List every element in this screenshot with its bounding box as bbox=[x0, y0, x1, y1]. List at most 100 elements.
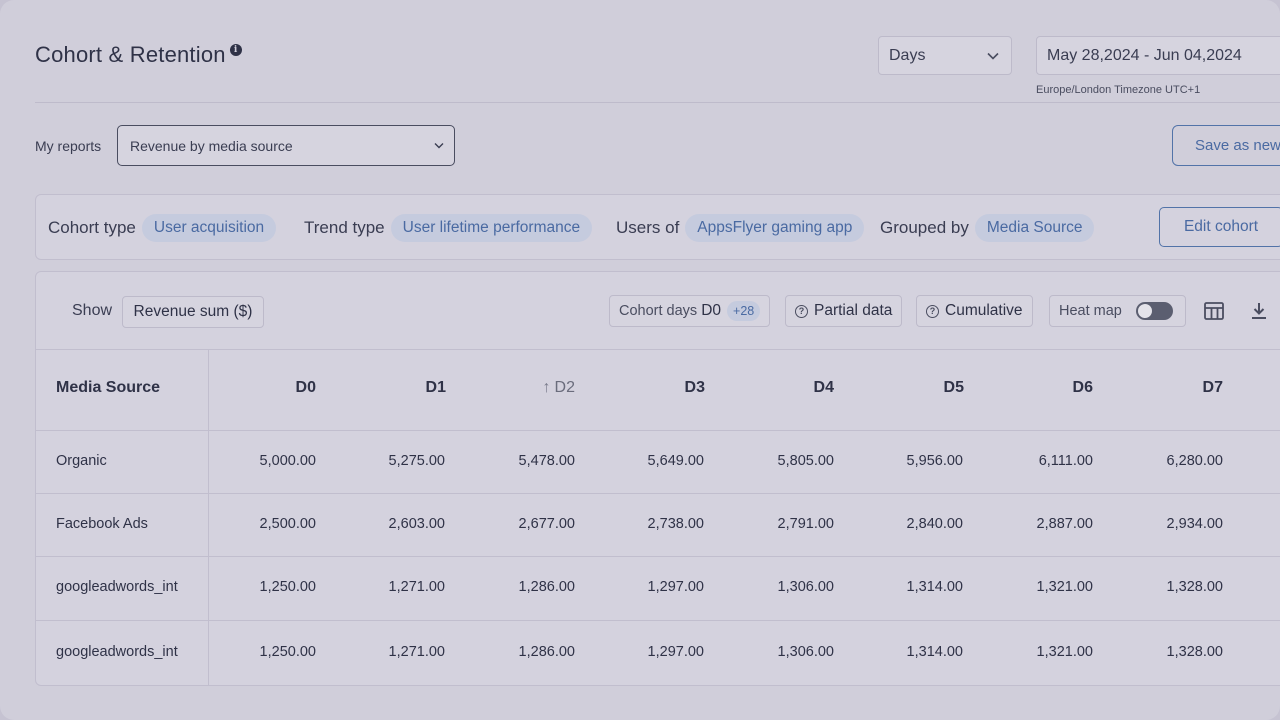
table-cell: 1,314.00 bbox=[906, 579, 963, 595]
chevron-down-icon bbox=[434, 143, 444, 149]
question-icon: ? bbox=[926, 304, 939, 318]
table-cell: 1,297.00 bbox=[647, 644, 704, 660]
table-cell: 1,306.00 bbox=[777, 579, 834, 595]
column-header-d2-label: D2 bbox=[554, 379, 575, 396]
table-cell: 1,328.00 bbox=[1166, 579, 1223, 595]
table-cell: 1,286.00 bbox=[518, 579, 575, 595]
question-icon: ? bbox=[795, 304, 808, 318]
table-cell: 2,738.00 bbox=[647, 516, 704, 532]
reports-select[interactable]: Revenue by media source bbox=[117, 125, 455, 166]
row-media-source: googleadwords_int bbox=[56, 644, 178, 660]
table-cell: 6,280.00 bbox=[1166, 453, 1223, 469]
column-header-d7[interactable]: D7 bbox=[1143, 379, 1223, 397]
reports-label: My reports bbox=[35, 138, 102, 154]
table-cell: 6,111.00 bbox=[1038, 453, 1093, 469]
row-media-source: Organic bbox=[56, 453, 107, 469]
table-cell: 5,956.00 bbox=[906, 453, 963, 469]
partial-data-label: Partial data bbox=[814, 302, 893, 319]
cumulative-button[interactable]: ? Cumulative bbox=[916, 295, 1033, 327]
metric-select[interactable]: Revenue sum ($) bbox=[122, 296, 264, 328]
row-divider bbox=[36, 493, 1280, 494]
row-media-source: Facebook Ads bbox=[56, 516, 148, 532]
column-header-d6[interactable]: D6 bbox=[1013, 379, 1093, 397]
info-icon[interactable]: i bbox=[229, 44, 242, 56]
table-cell: 2,840.00 bbox=[906, 516, 963, 532]
table-cell: 1,321.00 bbox=[1036, 579, 1093, 595]
trend-type: Trend type User lifetime performance bbox=[304, 214, 593, 242]
results-card: Show Revenue sum ($) Cohort days D0 +28 … bbox=[35, 271, 1280, 686]
grouped-by: Grouped by Media Source bbox=[880, 214, 1095, 242]
table-columns-icon[interactable] bbox=[1203, 300, 1225, 322]
heat-map-toggle-group: Heat map bbox=[1049, 295, 1186, 327]
cumulative-label: Cumulative bbox=[945, 302, 1023, 319]
column-header-d2[interactable]: ↑ D2 bbox=[495, 379, 575, 397]
table-cell: 1,328.00 bbox=[1166, 644, 1223, 660]
chevron-down-icon bbox=[987, 52, 999, 60]
period-select[interactable]: Days bbox=[878, 36, 1012, 75]
table-cell: 2,677.00 bbox=[518, 516, 575, 532]
table-cell: 2,603.00 bbox=[388, 516, 445, 532]
table-cell: 1,250.00 bbox=[259, 644, 316, 660]
heat-map-toggle[interactable] bbox=[1135, 302, 1173, 320]
table-cell: 5,805.00 bbox=[777, 453, 834, 469]
column-header-d5[interactable]: D5 bbox=[884, 379, 964, 397]
cohort-days-label: Cohort days bbox=[619, 303, 698, 319]
period-select-value: Days bbox=[889, 46, 926, 64]
table-cell: 1,250.00 bbox=[259, 579, 316, 595]
trend-type-chip[interactable]: User lifetime performance bbox=[390, 214, 593, 242]
page-title: Cohort & Retention i bbox=[35, 42, 242, 68]
cohort-definition-bar: Cohort type User acquisition Trend type … bbox=[35, 194, 1280, 260]
header-divider bbox=[35, 102, 1280, 103]
users-of-label: Users of bbox=[616, 218, 680, 237]
cohort-type-chip[interactable]: User acquisition bbox=[141, 214, 277, 242]
column-header-media-source[interactable]: Media Source bbox=[56, 379, 160, 397]
download-icon[interactable] bbox=[1248, 300, 1270, 322]
table-cell: 2,887.00 bbox=[1036, 516, 1093, 532]
reports-select-value: Revenue by media source bbox=[130, 137, 293, 154]
page-title-text: Cohort & Retention bbox=[35, 42, 226, 67]
table-cell: 5,478.00 bbox=[518, 453, 575, 469]
grouped-by-label: Grouped by bbox=[880, 218, 969, 237]
table-cell: 1,321.00 bbox=[1036, 644, 1093, 660]
timezone-label: Europe/London Timezone UTC+1 bbox=[1036, 84, 1201, 96]
row-divider bbox=[36, 430, 1280, 431]
cohort-type-label: Cohort type bbox=[48, 218, 136, 237]
row-divider bbox=[36, 556, 1280, 557]
table-cell: 5,275.00 bbox=[388, 453, 445, 469]
show-label: Show bbox=[72, 302, 113, 319]
table-cell: 2,500.00 bbox=[259, 516, 316, 532]
row-media-source: googleadwords_int bbox=[56, 579, 178, 595]
column-header-d1[interactable]: D1 bbox=[366, 379, 446, 397]
table-cell: 1,286.00 bbox=[518, 644, 575, 660]
save-as-new-button[interactable]: Save as new bbox=[1172, 125, 1280, 166]
trend-type-label: Trend type bbox=[304, 218, 385, 237]
cohort-days-value: D0 bbox=[701, 302, 722, 319]
column-header-d0[interactable]: D0 bbox=[236, 379, 316, 397]
cohort-days-button[interactable]: Cohort days D0 +28 bbox=[609, 295, 771, 327]
app-frame: Cohort & Retention i Days May 28,2024 - J… bbox=[0, 0, 1280, 720]
heat-map-label: Heat map bbox=[1059, 303, 1122, 319]
users-of: Users of AppsFlyer gaming app bbox=[616, 214, 865, 242]
table-cell: 5,649.00 bbox=[647, 453, 704, 469]
cohort-type: Cohort type User acquisition bbox=[48, 214, 277, 242]
table-top-divider bbox=[36, 349, 1280, 350]
table-cell: 2,791.00 bbox=[777, 516, 834, 532]
sort-up-arrow-icon: ↑ bbox=[542, 379, 551, 396]
grouped-by-chip[interactable]: Media Source bbox=[974, 214, 1095, 242]
table-cell: 1,314.00 bbox=[906, 644, 963, 660]
partial-data-button[interactable]: ? Partial data bbox=[785, 295, 903, 327]
table-cell: 1,306.00 bbox=[777, 644, 834, 660]
table-cell: 2,934.00 bbox=[1166, 516, 1223, 532]
date-range-value: May 28,2024 - Jun 04,2024 bbox=[1047, 46, 1242, 64]
table-cell: 1,271.00 bbox=[388, 644, 445, 660]
date-range-picker[interactable]: May 28,2024 - Jun 04,2024 bbox=[1036, 36, 1280, 75]
table-cell: 5,000.00 bbox=[259, 453, 316, 469]
table-cell: 1,297.00 bbox=[647, 579, 704, 595]
edit-cohort-button[interactable]: Edit cohort bbox=[1159, 207, 1280, 247]
column-header-d4[interactable]: D4 bbox=[754, 379, 834, 397]
column-header-d3[interactable]: D3 bbox=[625, 379, 705, 397]
users-of-chip[interactable]: AppsFlyer gaming app bbox=[685, 214, 865, 242]
cohort-days-extra-badge: +28 bbox=[727, 301, 761, 321]
row-divider bbox=[36, 620, 1280, 621]
table-cell: 1,271.00 bbox=[388, 579, 445, 595]
